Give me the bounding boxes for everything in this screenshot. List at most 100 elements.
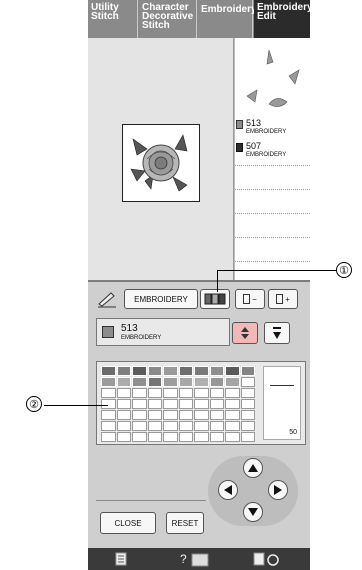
palette-swatch[interactable] bbox=[116, 377, 131, 387]
palette-swatch[interactable] bbox=[163, 377, 178, 387]
palette-swatch[interactable] bbox=[163, 421, 178, 431]
minus-label: − bbox=[252, 294, 257, 304]
scroll-up-button[interactable] bbox=[232, 322, 258, 344]
palette-swatch[interactable] bbox=[194, 366, 209, 376]
thread-minus-button[interactable]: − bbox=[235, 289, 265, 309]
palette-swatch[interactable] bbox=[225, 399, 240, 409]
palette-swatch[interactable] bbox=[147, 388, 162, 398]
palette-swatch[interactable] bbox=[132, 399, 147, 409]
palette-swatch[interactable] bbox=[178, 366, 193, 376]
palette-swatch[interactable] bbox=[101, 421, 116, 431]
plus-label: + bbox=[285, 294, 290, 304]
tab-embroidery-edit[interactable]: Embroidery Edit bbox=[254, 0, 313, 38]
palette-swatch[interactable] bbox=[163, 399, 178, 409]
palette-swatch[interactable] bbox=[240, 377, 255, 387]
palette-swatch[interactable] bbox=[178, 410, 193, 420]
reset-button[interactable]: RESET bbox=[166, 512, 204, 534]
palette-swatch[interactable] bbox=[209, 388, 224, 398]
reset-label: RESET bbox=[171, 518, 199, 528]
palette-swatch[interactable] bbox=[209, 432, 224, 442]
palette-swatch[interactable] bbox=[163, 410, 178, 420]
palette-swatch[interactable] bbox=[178, 388, 193, 398]
palette-swatch[interactable] bbox=[194, 432, 209, 442]
palette-swatch[interactable] bbox=[194, 388, 209, 398]
palette-swatch[interactable] bbox=[101, 366, 116, 376]
arrow-left-button[interactable] bbox=[218, 480, 238, 500]
manual-icon[interactable] bbox=[114, 552, 128, 566]
palette-swatch[interactable] bbox=[132, 410, 147, 420]
palette-swatch[interactable] bbox=[178, 377, 193, 387]
palette-swatch[interactable] bbox=[101, 388, 116, 398]
palette-swatch[interactable] bbox=[132, 388, 147, 398]
palette-swatch[interactable] bbox=[101, 377, 116, 387]
arrow-down-button[interactable] bbox=[243, 502, 263, 522]
palette-swatch[interactable] bbox=[209, 377, 224, 387]
palette-swatch[interactable] bbox=[240, 432, 255, 442]
palette-swatch[interactable] bbox=[116, 421, 131, 431]
palette-swatch[interactable] bbox=[194, 399, 209, 409]
palette-swatch[interactable] bbox=[240, 366, 255, 376]
palette-swatch[interactable] bbox=[240, 421, 255, 431]
palette-swatch[interactable] bbox=[101, 399, 116, 409]
palette-swatch[interactable] bbox=[178, 399, 193, 409]
palette-swatch[interactable] bbox=[178, 432, 193, 442]
palette-swatch[interactable] bbox=[147, 366, 162, 376]
palette-swatch[interactable] bbox=[116, 366, 131, 376]
palette-swatch[interactable] bbox=[194, 410, 209, 420]
palette-swatch[interactable] bbox=[194, 421, 209, 431]
palette-swatch[interactable] bbox=[209, 399, 224, 409]
palette-swatch[interactable] bbox=[240, 399, 255, 409]
settings-icon[interactable] bbox=[252, 551, 282, 567]
close-button[interactable]: CLOSE bbox=[100, 512, 156, 534]
scroll-down-button[interactable] bbox=[264, 322, 290, 344]
palette-swatch[interactable] bbox=[116, 388, 131, 398]
selected-thread-display: 513 EMBROIDERY bbox=[96, 318, 230, 346]
thread-plus-button[interactable]: + bbox=[268, 289, 298, 309]
palette-swatch[interactable] bbox=[163, 388, 178, 398]
palette-swatch[interactable] bbox=[132, 377, 147, 387]
palette-swatch[interactable] bbox=[209, 410, 224, 420]
palette-swatch[interactable] bbox=[240, 388, 255, 398]
palette-swatch[interactable] bbox=[147, 377, 162, 387]
palette-swatch[interactable] bbox=[225, 410, 240, 420]
palette-swatch[interactable] bbox=[101, 432, 116, 442]
arrow-up-button[interactable] bbox=[243, 458, 263, 478]
tab-character-decorative-stitch[interactable]: Character Decorative Stitch bbox=[139, 0, 197, 38]
palette-swatch[interactable] bbox=[225, 377, 240, 387]
thread-list-item[interactable]: 513 EMBROIDERY bbox=[236, 118, 308, 140]
callout-1-label: ① bbox=[339, 264, 349, 277]
palette-swatch[interactable] bbox=[147, 421, 162, 431]
palette-swatch[interactable] bbox=[101, 410, 116, 420]
palette-swatch[interactable] bbox=[194, 377, 209, 387]
palette-swatch[interactable] bbox=[209, 366, 224, 376]
palette-swatch[interactable] bbox=[132, 421, 147, 431]
palette-swatch[interactable] bbox=[225, 421, 240, 431]
tab-utility-stitch[interactable]: Utility Stitch bbox=[88, 0, 138, 38]
palette-swatch[interactable] bbox=[147, 410, 162, 420]
palette-swatch[interactable] bbox=[225, 366, 240, 376]
palette-swatch[interactable] bbox=[209, 421, 224, 431]
palette-scrollbar[interactable]: 50 bbox=[263, 366, 301, 440]
palette-swatch[interactable] bbox=[240, 410, 255, 420]
rose-pattern-icon bbox=[130, 134, 188, 192]
palette-swatch[interactable] bbox=[147, 399, 162, 409]
thread-palette-button[interactable] bbox=[200, 289, 230, 309]
palette-swatch[interactable] bbox=[116, 399, 131, 409]
help-icon[interactable]: ? bbox=[178, 550, 212, 568]
tab-embroidery[interactable]: Embroidery bbox=[198, 0, 257, 38]
thread-brand-button[interactable]: EMBROIDERY bbox=[124, 289, 198, 309]
palette-swatch[interactable] bbox=[225, 432, 240, 442]
palette-swatch[interactable] bbox=[116, 410, 131, 420]
palette-swatch[interactable] bbox=[116, 432, 131, 442]
tab-label: Embroidery bbox=[201, 4, 257, 15]
thread-spool-icon bbox=[236, 120, 243, 129]
palette-swatch[interactable] bbox=[163, 366, 178, 376]
palette-swatch[interactable] bbox=[132, 432, 147, 442]
thread-list-item[interactable]: 507 EMBROIDERY bbox=[236, 141, 308, 163]
arrow-right-button[interactable] bbox=[268, 480, 288, 500]
palette-swatch[interactable] bbox=[163, 432, 178, 442]
palette-swatch[interactable] bbox=[147, 432, 162, 442]
palette-swatch[interactable] bbox=[132, 366, 147, 376]
palette-swatch[interactable] bbox=[178, 421, 193, 431]
palette-swatch[interactable] bbox=[225, 388, 240, 398]
